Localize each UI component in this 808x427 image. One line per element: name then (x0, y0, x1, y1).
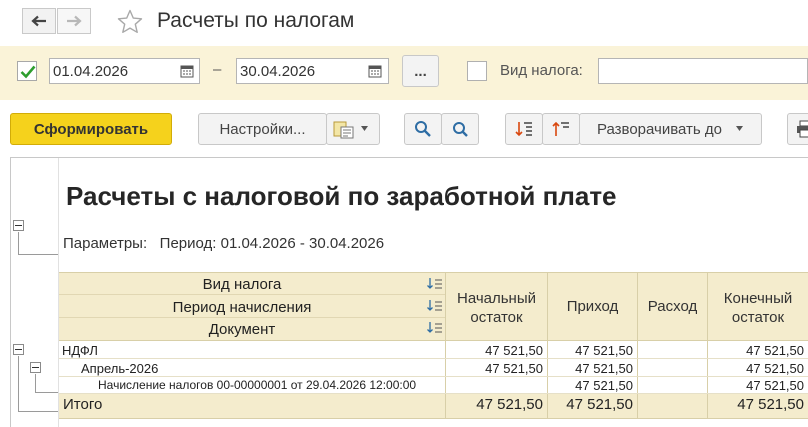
print-button[interactable] (787, 113, 808, 145)
header-opening-balance: Начальный остаток (456, 290, 536, 326)
header-document: Документ (208, 321, 276, 338)
total-income: 47 521,50 (566, 396, 633, 413)
tree-line (18, 232, 19, 255)
printer-icon (797, 120, 808, 138)
row-closing: 47 521,50 (746, 343, 804, 358)
settings-button[interactable]: Настройки... (198, 113, 327, 145)
find-button[interactable] (404, 113, 442, 145)
period-select-button[interactable]: ... (402, 55, 439, 87)
total-label: Итого (63, 396, 103, 413)
row-opening: 47 521,50 (485, 361, 543, 376)
total-opening: 47 521,50 (476, 396, 543, 413)
chevron-down-icon (736, 126, 743, 131)
header-income: Приход (566, 298, 619, 315)
row-income: 47 521,50 (575, 378, 633, 393)
row-name: Апрель-2026 (81, 361, 159, 376)
sheet-border-top (10, 157, 808, 158)
tax-type-label: Вид налога: (500, 62, 583, 79)
collapse-period-group-icon[interactable] (30, 362, 41, 373)
window-title: Расчеты по налогам (157, 9, 355, 32)
arrow-left-icon (31, 15, 46, 27)
row-name: Начисление налогов 00-00000001 от 29.04.… (98, 378, 417, 392)
params-label: Параметры: (63, 235, 148, 252)
arrow-right-icon (67, 15, 82, 27)
search-next-icon (453, 122, 468, 137)
row-closing: 47 521,50 (746, 378, 804, 393)
sort-icon[interactable] (427, 299, 443, 318)
date-from-value: 01.04.2026 (53, 63, 129, 80)
report-title: Расчеты с налоговой по заработной плате (66, 181, 617, 211)
tax-type-checkbox[interactable] (467, 61, 487, 81)
date-to-calendar-button[interactable] (364, 59, 386, 83)
chevron-down-icon (361, 126, 368, 131)
row-closing: 47 521,50 (746, 361, 804, 376)
expand-all-icon (515, 122, 532, 137)
collapse-all-button[interactable] (542, 113, 580, 145)
date-from-calendar-button[interactable] (176, 59, 198, 83)
tax-type-input[interactable] (598, 58, 808, 84)
back-button[interactable] (22, 8, 56, 34)
checkmark-icon (20, 65, 36, 79)
sort-icon[interactable] (427, 321, 443, 340)
sort-icon[interactable] (427, 277, 443, 296)
row-income: 47 521,50 (575, 343, 633, 358)
report-parameters: Параметры: Период: 01.04.2026 - 30.04.20… (63, 235, 384, 252)
params-value: Период: 01.04.2026 - 30.04.2026 (159, 235, 385, 252)
header-expense: Расход (647, 298, 698, 315)
row-name: НДФЛ (62, 343, 98, 358)
date-to-value: 30.04.2026 (240, 63, 316, 80)
header-accrual-period: Период начисления (172, 299, 312, 316)
sheet-border-left (10, 157, 11, 427)
generate-button[interactable]: Сформировать (10, 113, 172, 145)
date-range-separator: – (213, 61, 222, 78)
row-opening: 47 521,50 (485, 343, 543, 358)
expand-to-button[interactable]: Разворачивать до (579, 113, 762, 145)
collapse-all-icon (552, 121, 569, 136)
collapse-tax-group-icon[interactable] (13, 344, 24, 355)
variants-menu-button[interactable] (326, 113, 380, 145)
favorite-star-icon[interactable] (116, 8, 144, 36)
expand-to-label: Разворачивать до (596, 120, 722, 138)
find-next-button[interactable] (441, 113, 479, 145)
row-income: 47 521,50 (575, 361, 633, 376)
calendar-icon (180, 65, 194, 78)
header-tax-type: Вид налога (202, 276, 282, 293)
calendar-icon (368, 65, 382, 78)
period-checkbox[interactable] (17, 61, 37, 81)
header-closing-balance: Конечный остаток (723, 290, 793, 326)
forward-button[interactable] (57, 8, 91, 34)
report-variants-icon (333, 121, 354, 139)
expand-all-button[interactable] (505, 113, 543, 145)
collapse-header-group-icon[interactable] (13, 220, 24, 231)
tree-line (18, 254, 58, 255)
total-closing: 47 521,50 (737, 396, 804, 413)
search-icon (415, 121, 431, 137)
